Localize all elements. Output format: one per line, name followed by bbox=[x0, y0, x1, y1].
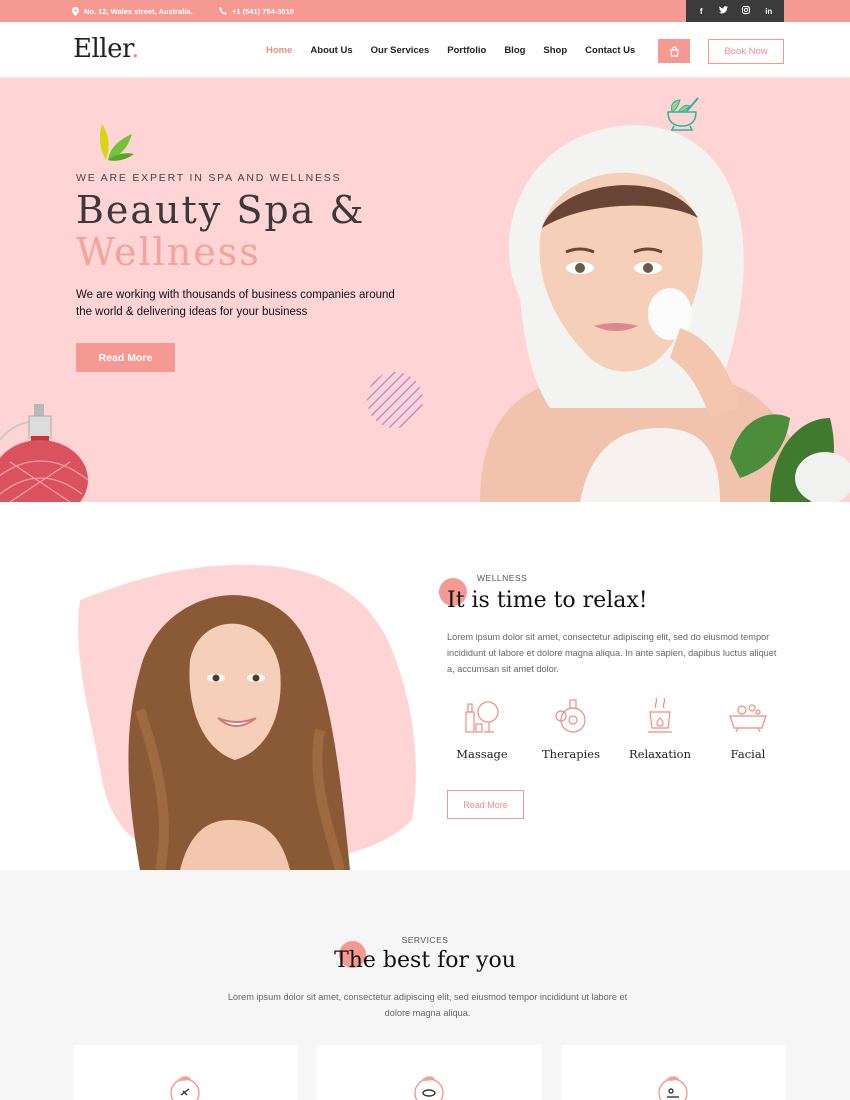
nav-shop[interactable]: Shop bbox=[543, 45, 567, 56]
site-header: Eller. Home About Us Our Services Portfo… bbox=[0, 22, 850, 78]
bath-icon bbox=[729, 704, 767, 733]
spa-woman-image bbox=[480, 125, 850, 502]
section-label: SERVICES bbox=[401, 935, 449, 945]
address-text: No. 12, Wales street, Australia. bbox=[84, 6, 193, 16]
facebook-icon[interactable]: f bbox=[692, 7, 710, 16]
wellness-read-more-button[interactable]: Read More bbox=[447, 790, 524, 819]
smiling-woman-image bbox=[128, 595, 350, 870]
nav-our-services[interactable]: Our Services bbox=[371, 45, 430, 56]
service-card[interactable] bbox=[73, 1045, 298, 1100]
service-icon bbox=[414, 1076, 444, 1100]
nav-blog[interactable]: Blog bbox=[504, 45, 525, 56]
feature-therapies[interactable]: Therapies bbox=[531, 698, 611, 761]
section-label: WELLNESS bbox=[477, 573, 528, 583]
linkedin-icon[interactable]: in bbox=[760, 7, 778, 16]
service-card[interactable] bbox=[561, 1045, 786, 1100]
phone-info: +1 (541) 754-3010 bbox=[219, 0, 294, 22]
section-title: It is time to relax! bbox=[447, 588, 648, 613]
location-pin-icon bbox=[72, 6, 79, 16]
main-nav: Home About Us Our Services Portfolio Blo… bbox=[266, 45, 653, 56]
service-icon bbox=[658, 1076, 688, 1100]
address-info: No. 12, Wales street, Australia. bbox=[72, 0, 193, 22]
service-card[interactable] bbox=[317, 1045, 542, 1100]
hero-read-more-button[interactable]: Read More bbox=[76, 343, 175, 372]
hero-tagline: WE ARE EXPERT IN SPA AND WELLNESS bbox=[76, 172, 342, 184]
leaf-icon bbox=[99, 124, 134, 161]
cosmetics-icon bbox=[465, 701, 499, 733]
hero-title-line2: Wellness bbox=[76, 230, 261, 274]
hero-section: WE ARE EXPERT IN SPA AND WELLNESS Beauty… bbox=[0, 78, 850, 502]
section-paragraph: Lorem ipsum dolor sit amet, consectetur … bbox=[447, 632, 777, 674]
logo[interactable]: Eller. bbox=[73, 34, 139, 64]
feature-title: Therapies bbox=[542, 747, 600, 761]
aroma-lamp-icon bbox=[648, 697, 672, 733]
nav-portfolio[interactable]: Portfolio bbox=[447, 45, 486, 56]
feature-massage[interactable]: Massage bbox=[442, 698, 522, 761]
social-links: f in bbox=[686, 0, 784, 22]
nav-about-us[interactable]: About Us bbox=[310, 45, 352, 56]
section-paragraph: Lorem ipsum dolor sit amet, consectetur … bbox=[227, 992, 628, 1018]
top-info-bar: No. 12, Wales street, Australia. +1 (541… bbox=[0, 0, 850, 22]
feature-relaxation[interactable]: Relaxation bbox=[620, 697, 700, 761]
twitter-icon[interactable] bbox=[715, 6, 733, 16]
book-now-button[interactable]: Book Now bbox=[708, 39, 784, 64]
nav-contact-us[interactable]: Contact Us bbox=[585, 45, 635, 56]
feature-title: Facial bbox=[730, 747, 766, 761]
shopping-bag-icon bbox=[669, 46, 679, 57]
instagram-icon[interactable] bbox=[737, 6, 755, 16]
hero-description: We are working with thousands of busines… bbox=[76, 289, 395, 318]
striped-circle-decoration bbox=[367, 372, 423, 428]
feature-title: Relaxation bbox=[629, 747, 691, 761]
feature-facial[interactable]: Facial bbox=[708, 698, 788, 761]
nav-home[interactable]: Home bbox=[266, 45, 292, 56]
bottles-icon bbox=[555, 699, 586, 733]
feature-title: Massage bbox=[456, 747, 508, 761]
service-icon bbox=[170, 1076, 200, 1100]
phone-icon bbox=[219, 7, 227, 15]
cart-button[interactable] bbox=[658, 39, 690, 63]
wellness-section: WELLNESS It is time to relax! Lorem ipsu… bbox=[0, 502, 850, 870]
services-section: SERVICES The best for you Lorem ipsum do… bbox=[0, 870, 850, 1100]
phone-text: +1 (541) 754-3010 bbox=[232, 6, 294, 16]
section-title: The best for you bbox=[334, 948, 516, 973]
hero-title-line1: Beauty Spa & bbox=[76, 188, 366, 232]
perfume-bottle-image bbox=[0, 404, 89, 502]
